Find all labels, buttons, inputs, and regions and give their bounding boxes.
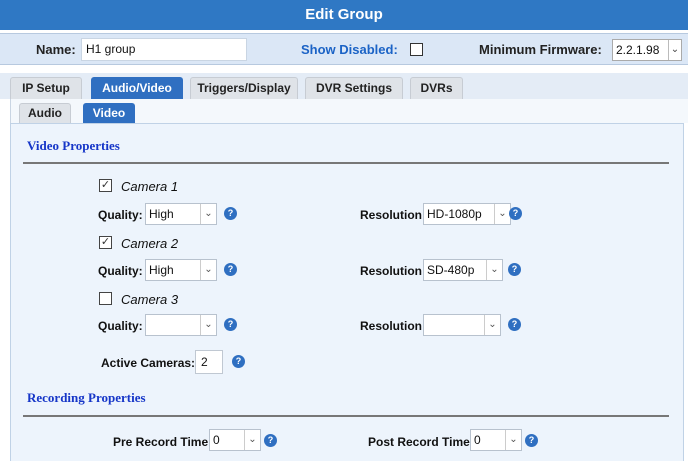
pre-record-time-label: Pre Record Time: — [113, 435, 213, 449]
tab-triggers-display[interactable]: Triggers/Display — [190, 77, 298, 99]
camera-1-resolution-select[interactable]: HD-1080p ⌄ — [423, 203, 511, 225]
post-record-time-label: Post Record Time: — [368, 435, 474, 449]
sub-tabs: Audio Video — [10, 99, 688, 123]
camera-1-resolution-value: HD-1080p — [427, 207, 482, 221]
help-icon[interactable]: ? — [508, 263, 521, 276]
camera-3-quality-select[interactable]: ⌄ — [145, 314, 217, 336]
camera-3-resolution-select[interactable]: ⌄ — [423, 314, 501, 336]
camera-2-quality-label: Quality: — [98, 264, 143, 278]
camera-1-quality-label: Quality: — [98, 208, 143, 222]
pre-record-time-select[interactable]: 0 ⌄ — [209, 429, 261, 451]
help-icon[interactable]: ? — [525, 434, 538, 447]
name-label: Name: — [36, 42, 76, 57]
camera-2-checkbox[interactable]: ✓ — [99, 236, 112, 249]
chevron-down-icon: ⌄ — [200, 260, 216, 280]
pre-record-time-value: 0 — [213, 433, 220, 447]
camera-2-label: Camera 2 — [121, 236, 179, 251]
tab-dvr-settings[interactable]: DVR Settings — [305, 77, 403, 99]
recording-properties-title: Recording Properties — [27, 390, 146, 405]
chevron-down-icon: ⌄ — [484, 315, 500, 335]
chevron-down-icon: ⌄ — [200, 315, 216, 335]
tab-audio-video[interactable]: Audio/Video — [91, 77, 183, 99]
min-firmware-label: Minimum Firmware: — [479, 42, 602, 57]
help-icon[interactable]: ? — [232, 355, 245, 368]
section-divider — [23, 162, 669, 164]
post-record-time-select[interactable]: 0 ⌄ — [470, 429, 522, 451]
camera-2-quality-select[interactable]: High ⌄ — [145, 259, 217, 281]
camera-2-resolution-select[interactable]: SD-480p ⌄ — [423, 259, 503, 281]
name-input[interactable]: H1 group — [81, 38, 247, 61]
camera-2-quality-value: High — [149, 263, 174, 277]
camera-2-resolution-label: Resolution: — [360, 264, 426, 278]
section-divider — [23, 415, 669, 417]
chevron-down-icon: ⌄ — [668, 40, 681, 60]
chevron-down-icon: ⌄ — [244, 430, 260, 450]
help-icon[interactable]: ? — [224, 318, 237, 331]
chevron-down-icon: ⌄ — [494, 204, 510, 224]
main-tabs: IP Setup Audio/Video Triggers/Display DV… — [0, 73, 688, 99]
min-firmware-value: 2.2.1.98 — [616, 43, 660, 57]
video-properties-title: Video Properties — [27, 138, 120, 153]
video-panel: Video Properties ✓ Camera 1 Quality: Hig… — [10, 123, 684, 461]
chevron-down-icon: ⌄ — [505, 430, 521, 450]
help-icon[interactable]: ? — [224, 207, 237, 220]
active-cameras-field[interactable]: 2 — [195, 350, 223, 374]
camera-1-resolution-label: Resolution: — [360, 208, 426, 222]
camera-3-quality-label: Quality: — [98, 319, 143, 333]
group-header-row: Name: H1 group Show Disabled: Minimum Fi… — [0, 33, 688, 65]
camera-1-quality-select[interactable]: High ⌄ — [145, 203, 217, 225]
show-disabled-checkbox[interactable] — [410, 43, 423, 56]
camera-1-checkbox[interactable]: ✓ — [99, 179, 112, 192]
help-icon[interactable]: ? — [508, 318, 521, 331]
active-cameras-label: Active Cameras: — [101, 356, 196, 370]
camera-3-label: Camera 3 — [121, 292, 179, 307]
camera-3-checkbox[interactable] — [99, 292, 112, 305]
tab-dvrs[interactable]: DVRs — [410, 77, 463, 99]
help-icon[interactable]: ? — [224, 263, 237, 276]
camera-3-resolution-label: Resolution: — [360, 319, 426, 333]
min-firmware-select[interactable]: 2.2.1.98 ⌄ — [612, 39, 682, 61]
tab-video[interactable]: Video — [83, 103, 135, 123]
camera-1-label: Camera 1 — [121, 179, 179, 194]
tab-ip-setup[interactable]: IP Setup — [10, 77, 82, 99]
help-icon[interactable]: ? — [264, 434, 277, 447]
dialog-title: Edit Group — [0, 0, 688, 30]
post-record-time-value: 0 — [474, 433, 481, 447]
tab-audio[interactable]: Audio — [19, 103, 71, 123]
chevron-down-icon: ⌄ — [200, 204, 216, 224]
show-disabled-label: Show Disabled: — [301, 42, 398, 57]
chevron-down-icon: ⌄ — [486, 260, 502, 280]
help-icon[interactable]: ? — [509, 207, 522, 220]
camera-2-resolution-value: SD-480p — [427, 263, 475, 277]
camera-1-quality-value: High — [149, 207, 174, 221]
